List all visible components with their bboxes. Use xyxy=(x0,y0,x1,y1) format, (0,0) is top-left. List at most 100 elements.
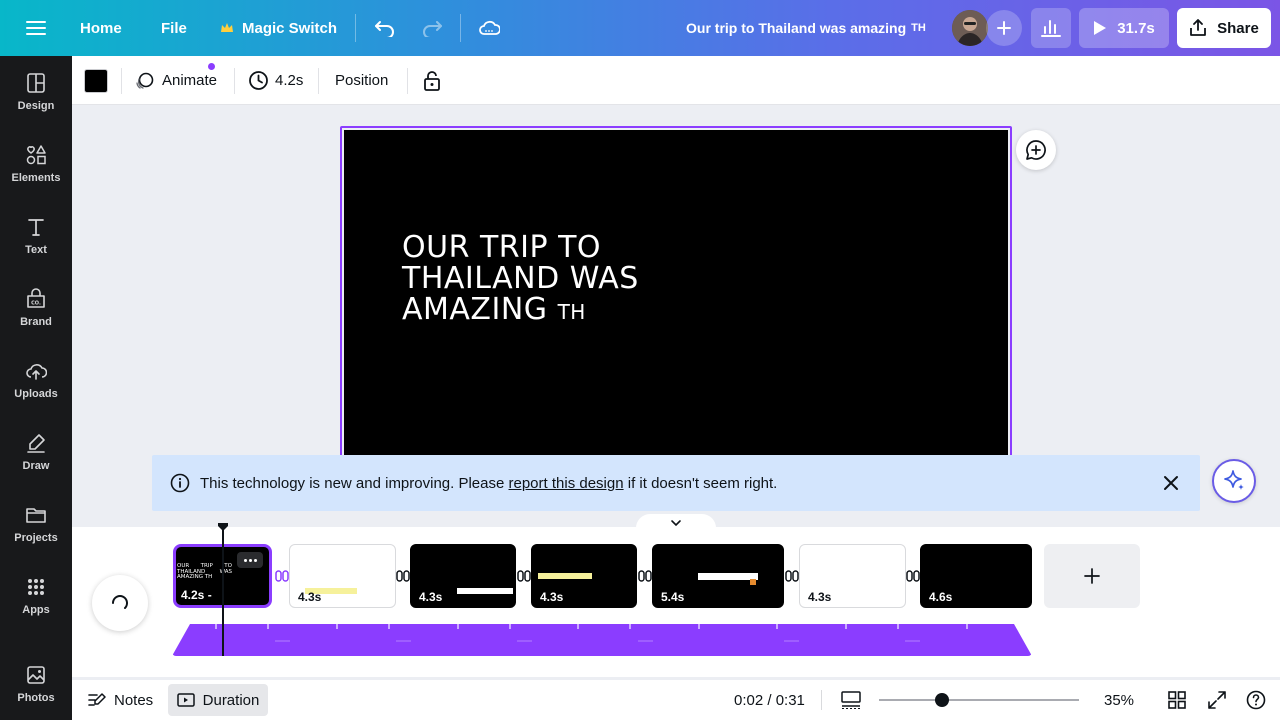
apps-grid-icon xyxy=(28,579,44,595)
notes-label: Notes xyxy=(114,691,154,709)
sparkle-icon xyxy=(1224,470,1244,490)
animate-button[interactable]: Animate xyxy=(135,56,217,105)
add-page-button[interactable] xyxy=(1044,544,1140,608)
audio-track-ticks xyxy=(215,624,1019,642)
sidebar-item-design[interactable]: Design xyxy=(0,60,72,124)
duration-button[interactable]: 4.2s xyxy=(248,56,303,105)
document-title[interactable]: Our trip to Thailand was amazing TH xyxy=(686,0,926,56)
zoom-slider-track[interactable] xyxy=(879,699,1079,701)
zoom-level[interactable]: 35% xyxy=(1104,680,1134,720)
grid-view-icon[interactable] xyxy=(1168,680,1186,720)
spinner-icon xyxy=(112,595,128,609)
sidebar-item-photos[interactable]: Photos xyxy=(0,652,72,716)
divider xyxy=(460,14,461,42)
notice-text: This technology is new and improving. Pl… xyxy=(200,455,777,511)
slide-title-text[interactable]: OUR TRIP TO THAILAND WAS AMAZING TH xyxy=(402,232,702,328)
transition-handle[interactable] xyxy=(785,570,799,582)
page-view-icon[interactable] xyxy=(841,680,861,720)
share-button[interactable]: Share xyxy=(1177,8,1271,48)
redo-icon[interactable] xyxy=(421,0,443,56)
timeline-clip-3[interactable]: 4.3s xyxy=(410,544,516,608)
timeline-clip-2[interactable]: 4.3s xyxy=(289,544,396,608)
transition-handle[interactable] xyxy=(517,570,531,582)
chevron-down-icon xyxy=(671,520,681,527)
add-comment-button[interactable] xyxy=(1016,130,1056,170)
slide-title-line-3: AMAZING TH xyxy=(402,294,702,328)
sidebar-item-draw[interactable]: Draw xyxy=(0,420,72,484)
playhead-handle-icon[interactable] xyxy=(217,522,229,532)
play-button[interactable]: 31.7s xyxy=(1079,8,1169,48)
clip-duration: 4.3s xyxy=(419,590,443,604)
sidebar-item-label: Draw xyxy=(22,460,50,472)
clip-duration: 4.3s xyxy=(298,590,322,604)
folder-icon xyxy=(26,508,46,523)
animate-label: Animate xyxy=(162,72,218,89)
more-options-icon[interactable] xyxy=(237,552,263,568)
magic-switch-button[interactable]: Magic Switch xyxy=(220,0,337,56)
slide-title-line-3-text: AMAZING xyxy=(402,292,548,327)
clip-duration: 4.3s xyxy=(540,590,564,604)
divider xyxy=(121,68,122,94)
lock-icon[interactable] xyxy=(423,56,441,105)
timeline-clip-6[interactable]: 4.3s xyxy=(799,544,906,608)
slide-title-line-2: THAILAND WAS xyxy=(402,261,639,296)
insights-button[interactable] xyxy=(1031,8,1071,48)
report-design-link[interactable]: report this design xyxy=(509,475,624,492)
add-collaborator-button[interactable] xyxy=(986,10,1022,46)
bar-chart-icon xyxy=(1041,20,1061,37)
close-icon[interactable] xyxy=(1162,474,1180,496)
divider xyxy=(234,68,235,94)
cloud-sync-icon[interactable] xyxy=(478,0,500,56)
sidebar-item-projects[interactable]: Projects xyxy=(0,492,72,556)
notes-button[interactable]: Notes xyxy=(88,680,153,720)
timeline-clip-5[interactable]: 5.4s xyxy=(652,544,784,608)
clock-icon xyxy=(249,71,268,90)
divider xyxy=(821,690,822,710)
transition-handle[interactable] xyxy=(396,570,410,582)
animate-icon xyxy=(135,62,215,91)
undo-icon[interactable] xyxy=(374,0,396,56)
timeline-clip-7[interactable]: 4.6s xyxy=(920,544,1032,608)
page-canvas[interactable]: OUR TRIP TO THAILAND WAS AMAZING TH xyxy=(344,130,1008,482)
help-icon[interactable] xyxy=(1246,680,1266,720)
avatar[interactable] xyxy=(952,10,988,46)
clip-duration: 4.3s xyxy=(808,590,832,604)
page-canvas-frame[interactable]: OUR TRIP TO THAILAND WAS AMAZING TH xyxy=(340,126,1012,486)
collapse-timeline-button[interactable] xyxy=(636,514,716,532)
sidebar-item-elements[interactable]: Elements xyxy=(0,132,72,196)
transition-handle[interactable] xyxy=(275,570,289,582)
file-menu[interactable]: File xyxy=(161,0,187,56)
document-title-text: Our trip to Thailand was amazing xyxy=(686,20,907,36)
fullscreen-icon[interactable] xyxy=(1208,680,1226,720)
transition-handle[interactable] xyxy=(638,570,652,582)
background-color-button[interactable] xyxy=(84,56,108,105)
playhead[interactable] xyxy=(222,528,224,656)
cloud-upload-icon xyxy=(26,364,47,380)
image-icon xyxy=(27,666,45,684)
transition-handle[interactable] xyxy=(906,570,920,582)
sidebar-item-label: Uploads xyxy=(14,388,58,400)
home-button[interactable]: Home xyxy=(80,0,122,56)
audio-track[interactable] xyxy=(172,624,1032,656)
share-label: Share xyxy=(1217,19,1259,37)
document-title-suffix: TH xyxy=(911,22,926,34)
sidebar-item-label: Apps xyxy=(22,604,50,616)
clip-thumbnail-caption xyxy=(457,588,513,594)
sidebar-item-uploads[interactable]: Uploads xyxy=(0,348,72,412)
sidebar-item-apps[interactable]: Apps xyxy=(0,564,72,628)
hamburger-icon[interactable] xyxy=(26,0,46,56)
notes-icon xyxy=(88,693,106,706)
timeline-clip-4[interactable]: 4.3s xyxy=(531,544,637,608)
left-sidebar: Design Elements Text CO. Brand Uploads D… xyxy=(0,56,72,720)
divider xyxy=(355,14,356,42)
plus-icon xyxy=(1084,568,1100,584)
info-icon xyxy=(170,473,190,493)
top-bar: Home File Magic Switch Our trip to Thail… xyxy=(0,0,1280,56)
zoom-slider-thumb[interactable] xyxy=(935,693,949,707)
magic-assistant-button[interactable] xyxy=(1212,459,1256,503)
sidebar-item-brand[interactable]: CO. Brand xyxy=(0,276,72,340)
position-button[interactable]: Position xyxy=(335,56,388,105)
shapes-icon xyxy=(26,145,46,165)
duration-toggle-button[interactable]: Duration xyxy=(168,684,268,716)
sidebar-item-text[interactable]: Text xyxy=(0,204,72,268)
